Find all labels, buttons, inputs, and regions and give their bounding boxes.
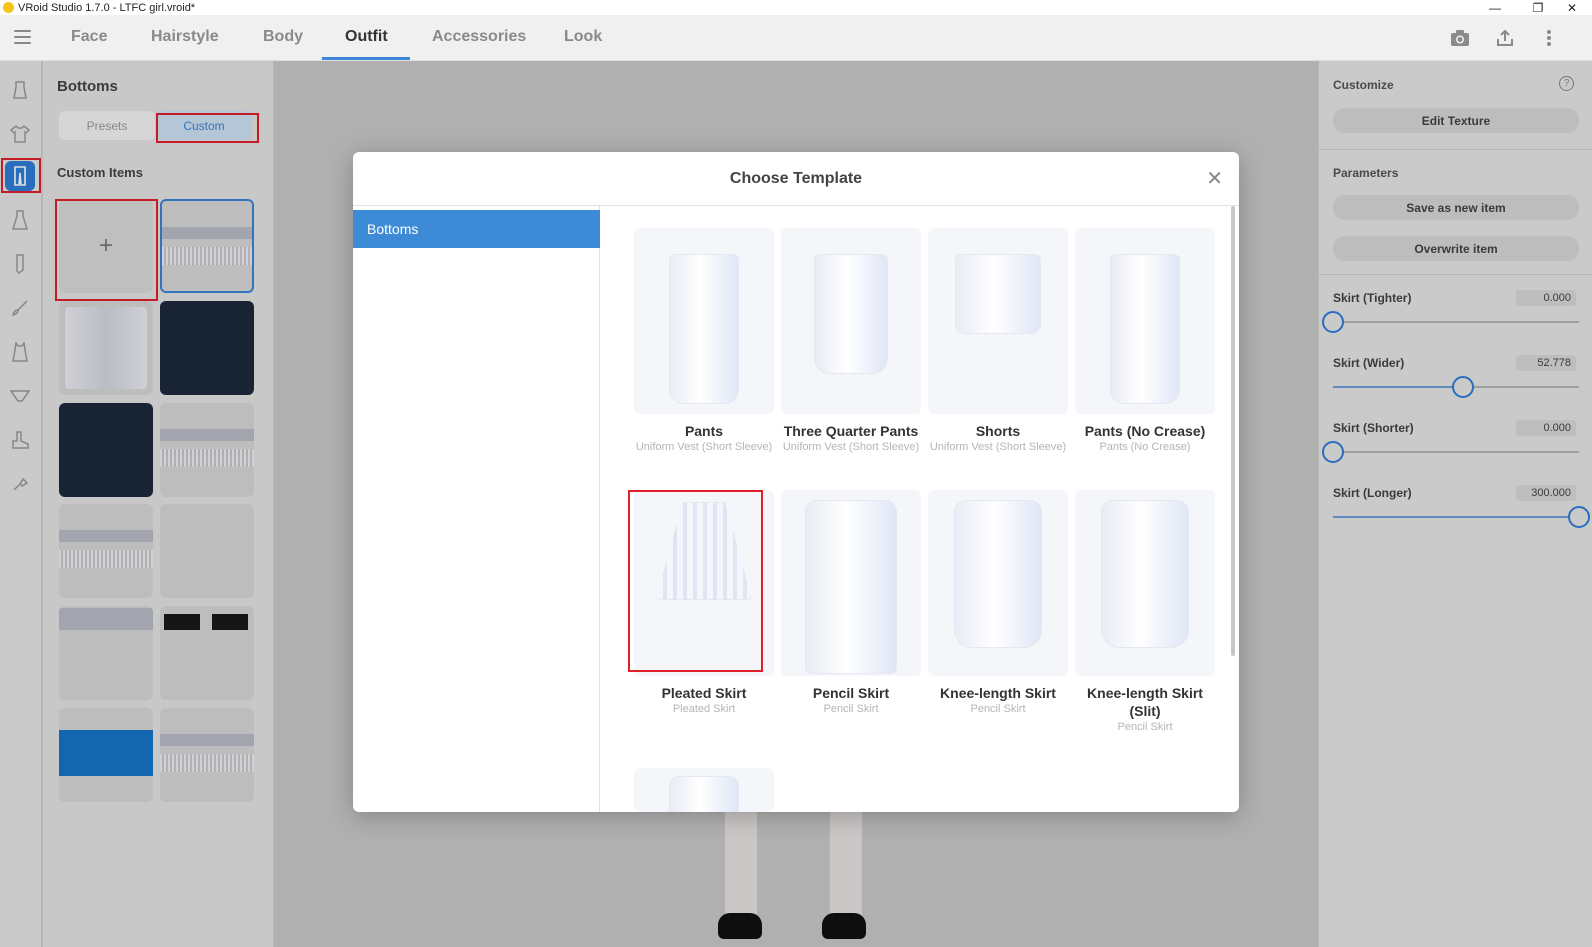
tab-body[interactable]: Body [263,15,303,61]
export-icon[interactable] [1494,27,1516,49]
template-card[interactable]: Shorts Uniform Vest (Short Sleeve) [928,228,1068,455]
template-card[interactable]: Knee-length Skirt Pencil Skirt [928,490,1068,717]
dialog-scrollbar[interactable] [1231,206,1235,656]
template-thumbnail [1075,228,1215,414]
dialog-close-icon[interactable]: ✕ [1206,166,1223,191]
active-tab-indicator [322,57,410,60]
template-card[interactable]: Knee-length Skirt (Slit) Pencil Skirt [1075,490,1215,735]
top-navigation: Face Hairstyle Body Outfit Accessories L… [0,15,1592,61]
template-name: Knee-length Skirt (Slit) [1087,685,1203,719]
template-thumbnail [634,768,774,812]
template-thumbnail [634,490,774,676]
minimize-button[interactable]: — [1475,0,1515,15]
tab-face[interactable]: Face [71,15,107,61]
category-bottoms[interactable]: Bottoms [353,210,600,248]
window-title: VRoid Studio 1.7.0 - LTFC girl.vroid* [18,1,196,14]
template-card[interactable] [634,768,774,812]
template-name: Knee-length Skirt [940,685,1056,701]
tab-outfit[interactable]: Outfit [345,15,388,61]
choose-template-dialog: Choose Template ✕ Bottoms Pants Uniform … [353,152,1239,812]
template-name: Shorts [975,423,1021,439]
template-thumbnail [781,490,921,676]
template-name: Pencil Skirt [812,685,890,701]
more-options-icon[interactable] [1538,27,1560,49]
template-category-list: Bottoms [353,206,600,812]
template-subtitle: Uniform Vest (Short Sleeve) [635,441,773,453]
tab-hairstyle[interactable]: Hairstyle [151,15,219,61]
template-card[interactable]: Three Quarter Pants Uniform Vest (Short … [781,228,921,455]
template-subtitle: Pencil Skirt [823,703,879,715]
template-thumbnail [634,228,774,414]
template-subtitle: Pencil Skirt [1117,721,1173,733]
template-name: Pants [684,423,724,439]
camera-icon[interactable] [1449,27,1471,49]
hamburger-menu-icon[interactable] [14,30,31,44]
template-subtitle: Pleated Skirt [672,703,736,715]
template-card[interactable]: Pencil Skirt Pencil Skirt [781,490,921,717]
template-thumbnail [928,490,1068,676]
tab-accessories[interactable]: Accessories [432,15,526,61]
dialog-title: Choose Template [729,170,863,187]
template-subtitle: Pencil Skirt [970,703,1026,715]
template-subtitle: Uniform Vest (Short Sleeve) [782,441,920,453]
template-name: Pleated Skirt [661,685,747,701]
template-subtitle: Pants (No Crease) [1099,441,1191,453]
tab-look[interactable]: Look [564,15,602,61]
template-thumbnail [781,228,921,414]
close-window-button[interactable]: ✕ [1552,0,1592,15]
template-subtitle: Uniform Vest (Short Sleeve) [929,441,1067,453]
template-thumbnail [1075,490,1215,676]
window-titlebar: VRoid Studio 1.7.0 - LTFC girl.vroid* — … [0,0,1592,15]
template-thumbnail [928,228,1068,414]
template-card[interactable]: Pants (No Crease) Pants (No Crease) [1075,228,1215,455]
template-card[interactable]: Pleated Skirt Pleated Skirt [634,490,774,717]
template-name: Three Quarter Pants [783,423,919,439]
template-card[interactable]: Pants Uniform Vest (Short Sleeve) [634,228,774,455]
template-name: Pants (No Crease) [1084,423,1206,439]
app-logo-icon [3,2,14,13]
